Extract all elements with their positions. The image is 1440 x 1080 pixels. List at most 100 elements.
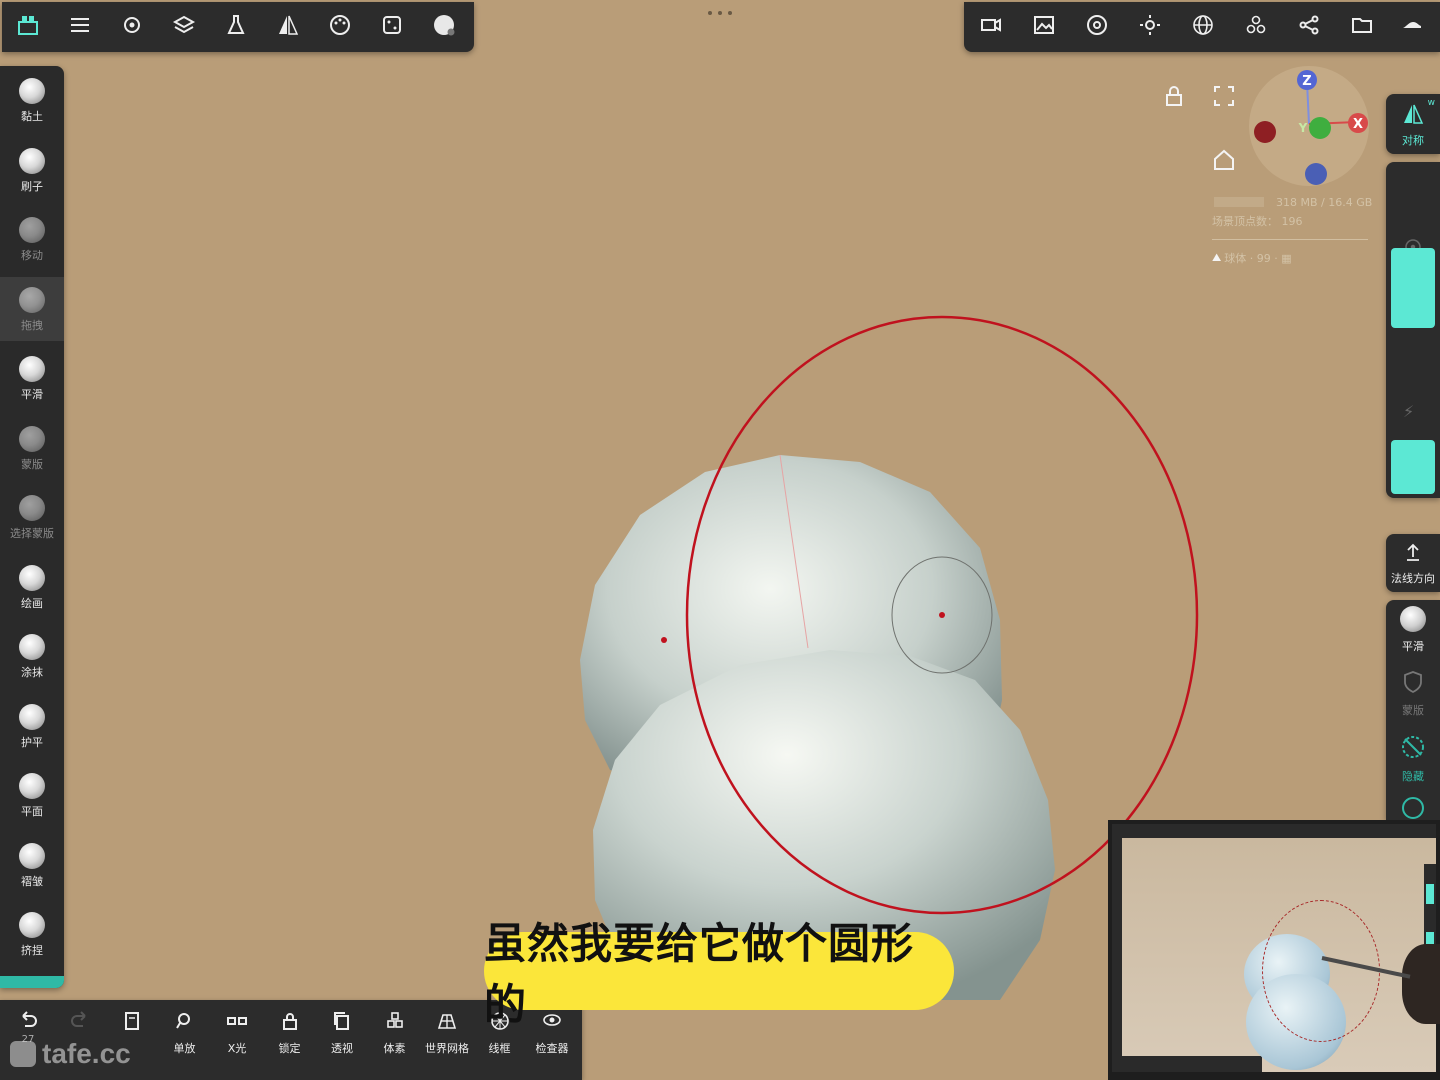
vertex-count: 场景顶点数： 196 [1212,215,1303,228]
toggle-label: 单放 [173,1042,196,1055]
brush-sphere-icon [19,634,45,660]
left-tool-panel: 黏土刷子移动 拖拽 平滑蒙版选择蒙版 绘画 涂抹 护平 平面 褶皱 挤捏 [0,66,64,988]
intensity-icon: ⚡ [1403,402,1415,421]
voxel-icon [384,1008,406,1036]
pip-slider-2 [1426,932,1434,944]
symmetry-icon [276,13,300,41]
brush-sphere-icon [19,78,45,104]
light-button[interactable] [1130,7,1170,47]
quick-hide-button[interactable]: 隐藏 [1386,734,1440,790]
brush-sphere-icon [19,912,45,938]
symmetry-button[interactable] [268,7,308,47]
symmetry-icon [1402,104,1424,128]
tool-item[interactable]: 褶皱 [0,833,64,897]
object-info: ⛰ 球体 · 99 · ▦ [1212,250,1292,266]
pip-hand [1402,944,1440,1024]
quick-smooth-label: 平滑 [1402,640,1424,653]
brush-sphere-icon [19,773,45,799]
search-icon [174,1008,196,1036]
gear-icon [120,13,144,41]
hat-button[interactable] [1392,7,1432,47]
video-button[interactable] [971,7,1011,47]
brush-sphere-icon [19,217,45,243]
pip-brush-ring [1262,900,1380,1042]
lock-view-button[interactable] [1162,84,1186,112]
world-grid-toggle-button[interactable]: 世界网格 [421,1008,473,1055]
subtitle-caption: 虽然我要给它做个圆形的 [484,919,954,1029]
mask-shield-icon [1402,670,1424,698]
intensity-slider[interactable] [1391,440,1435,494]
brush-sphere-icon [19,703,45,730]
tool-item[interactable]: 平滑 [0,346,64,410]
material-button[interactable] [424,7,464,47]
drag-handle[interactable] [708,11,732,17]
tool-label: 蒙版 [21,457,43,471]
radius-slider[interactable] [1391,248,1435,328]
toggle-label: 世界网格 [425,1042,469,1055]
dice-button[interactable] [372,7,412,47]
mirror-center-dot [661,637,667,643]
tool-item[interactable]: 蒙版 [0,416,64,480]
tool-item[interactable]: 移动 [0,207,64,271]
axis-z-label: Z [1302,74,1311,89]
lock-toggle-button[interactable]: 锁定 [264,1008,316,1055]
voxel-toggle-button[interactable]: 体素 [369,1008,421,1055]
scene-button[interactable] [8,7,48,47]
normal-direction-label: 法线方向 [1391,572,1435,585]
search-toggle-button[interactable]: 单放 [159,1008,211,1055]
tool-item[interactable]: 黏土 [0,68,64,132]
layers-button[interactable] [164,7,204,47]
tool-item[interactable]: 选择蒙版 [0,485,64,549]
share-icon [1297,13,1321,41]
mesh-icon: ⛰ [1212,251,1222,264]
tool-label: 黏土 [21,110,43,123]
settings-sliders-button[interactable] [60,7,100,47]
watermark-logo [10,1041,36,1067]
brush-settings-panel: ⚡ [1386,162,1440,498]
image-button[interactable] [1024,7,1064,47]
watermark: tafe.cc [10,1038,131,1070]
layers-icon [172,13,196,41]
symmetry-toggle[interactable]: 对称 w [1386,94,1440,154]
brush-sphere-icon [19,495,45,521]
share-button[interactable] [1289,7,1329,47]
normal-direction-panel: 法线方向 [1386,534,1440,592]
glasses-toggle-button[interactable]: X光 [211,1008,263,1055]
home-view-button[interactable] [1212,148,1236,176]
grid-sphere-button[interactable] [1183,7,1223,47]
pip-video [1108,820,1440,1080]
toggle-label: 检查器 [535,1042,569,1055]
spheres-icon [1244,13,1268,41]
tool-item[interactable]: 平面 [0,763,64,827]
tool-item[interactable]: 挤捏 [0,902,64,966]
video-icon [979,13,1003,41]
tool-item[interactable]: 拖拽 [0,276,64,341]
quick-mask-button[interactable]: 蒙版 [1386,670,1440,726]
image-icon [1032,13,1056,41]
book-icon [121,1008,143,1036]
toggle-label: X光 [227,1042,247,1055]
axis-gizmo[interactable]: Z X Y [1245,62,1375,192]
tool-item[interactable]: 涂抹 [0,624,64,688]
world-grid-icon [436,1008,458,1036]
tool-item[interactable]: 护平 [0,694,64,758]
flask-button[interactable] [216,7,256,47]
spheres-button[interactable] [1236,7,1276,47]
copy-toggle-button[interactable]: 透视 [316,1008,368,1055]
brush-sphere-icon [19,842,45,869]
frame-view-button[interactable] [1212,84,1236,112]
folder-button[interactable] [1342,7,1382,47]
normal-direction-button[interactable]: 法线方向 [1386,534,1440,592]
tool-item[interactable]: 绘画 [0,555,64,619]
palette-button[interactable] [320,7,360,47]
lock-icon [279,1008,301,1036]
top-left-toolbar [2,2,474,52]
gear-button[interactable] [112,7,152,47]
aperture-button[interactable] [1077,7,1117,47]
tool-label: 刷子 [21,179,43,193]
toggle-label: 体素 [383,1042,406,1055]
quick-hide-label: 隐藏 [1402,770,1424,783]
tool-item[interactable]: 刷子 [0,138,64,202]
quick-smooth-button[interactable]: 平滑 [1386,606,1440,662]
sliders-icon [68,13,92,41]
